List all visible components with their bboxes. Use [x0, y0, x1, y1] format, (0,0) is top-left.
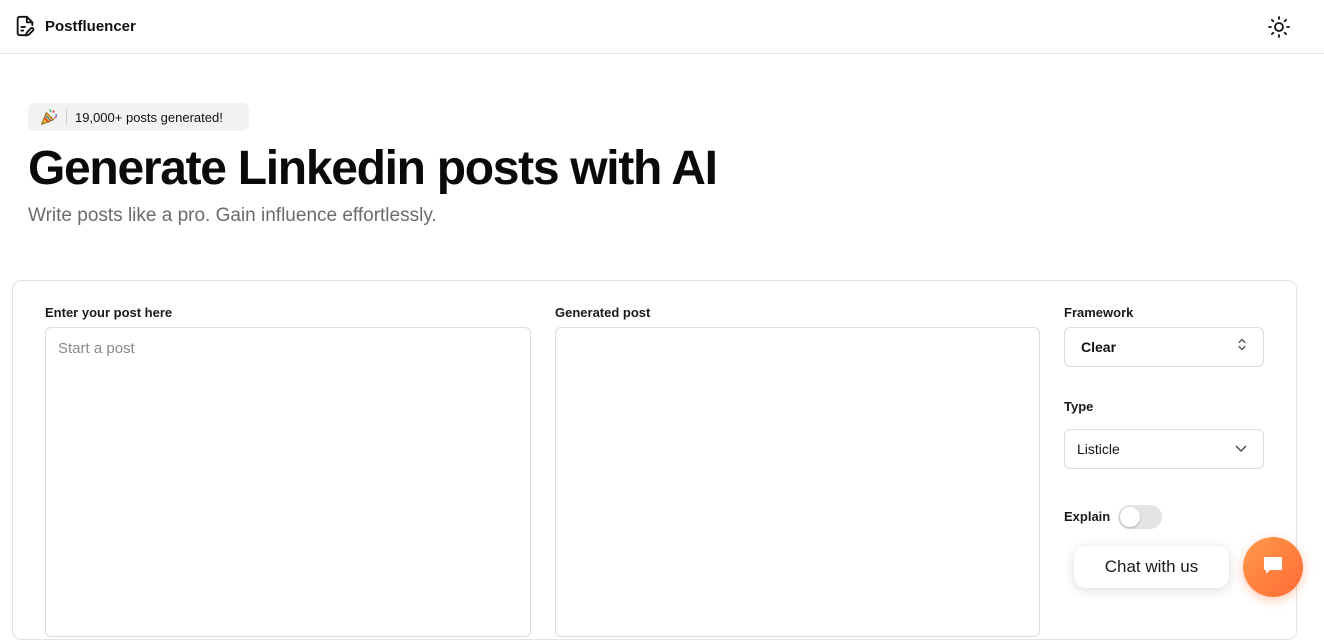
page-title: Generate Linkedin posts with AI: [28, 142, 718, 195]
framework-selected-value: Clear: [1081, 339, 1117, 355]
post-input-textarea[interactable]: [45, 327, 531, 637]
type-selected-value: Listicle: [1077, 441, 1120, 457]
posts-generated-badge: 19,000+ posts generated!: [28, 103, 249, 131]
brand-logo-link[interactable]: Postfluencer: [14, 15, 136, 37]
chat-launcher-button[interactable]: [1243, 537, 1303, 597]
chevron-up-down-icon: [1237, 338, 1247, 357]
sun-icon: [1267, 16, 1291, 43]
explain-toggle[interactable]: [1118, 505, 1162, 529]
chat-bubble-text: Chat with us: [1104, 557, 1199, 576]
chat-with-us-bubble[interactable]: Chat with us: [1074, 546, 1229, 588]
type-select[interactable]: Listicle: [1064, 429, 1264, 469]
framework-select[interactable]: Clear: [1064, 327, 1264, 367]
framework-label: Framework: [1064, 305, 1134, 320]
type-label: Type: [1064, 399, 1094, 414]
top-navbar: Postfluencer: [0, 0, 1324, 54]
theme-toggle-button[interactable]: [1267, 15, 1291, 39]
brand-name: Postfluencer: [45, 17, 136, 35]
generated-post-textarea[interactable]: [555, 327, 1040, 637]
badge-divider: [66, 109, 67, 125]
badge-text: 19,000+ posts generated!: [75, 109, 223, 125]
party-popper-icon: [40, 108, 58, 126]
chevron-down-icon: [1235, 440, 1247, 458]
chat-icon: [1261, 553, 1285, 582]
explain-label: Explain: [1064, 509, 1111, 524]
file-pen-icon: [14, 15, 36, 37]
page-subtitle: Write posts like a pro. Gain influence e…: [28, 205, 437, 226]
generated-post-label: Generated post: [555, 305, 651, 320]
input-post-label: Enter your post here: [45, 305, 173, 320]
toggle-knob: [1120, 507, 1140, 527]
